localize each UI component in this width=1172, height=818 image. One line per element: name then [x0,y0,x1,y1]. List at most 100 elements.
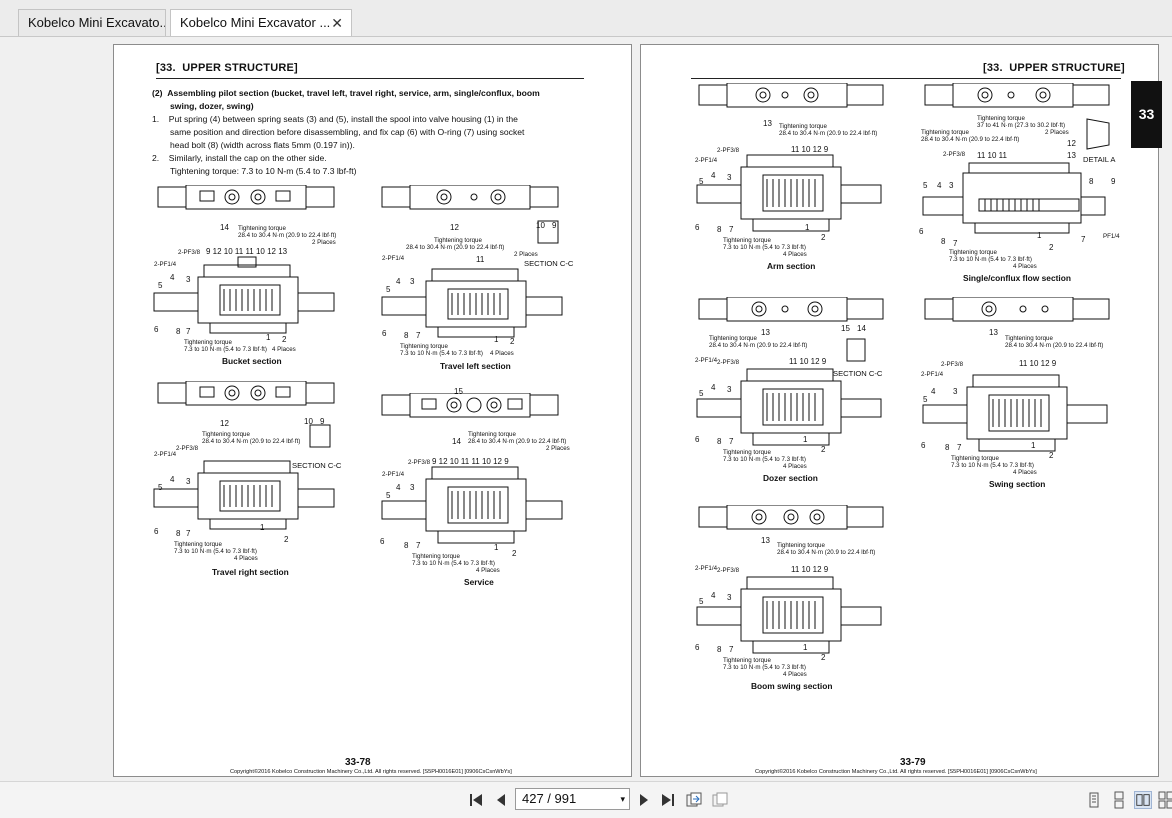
part-numbers: 9 12 10 11 11 10 12 13 [206,247,288,256]
torque-places: 4 Places [1013,263,1037,270]
caption-boom-swing-section: Boom swing section [751,681,833,691]
part-numbers: 9 12 10 11 11 10 12 9 [432,457,509,466]
torque-value: 28.4 to 30.4 N·m (20.9 to 22.4 lbf·ft) [202,438,301,445]
part-number: 7 [957,443,962,452]
previous-page-icon[interactable] [492,791,510,809]
part-number: 4 [931,387,936,396]
part-numbers: 11 10 12 9 [791,145,829,154]
torque-places: 4 Places [783,671,807,678]
torque-places: 4 Places [490,350,514,357]
port-label: 2-PF3/8 [408,459,431,466]
part-number: 5 [699,177,704,186]
caption-bucket-section: Bucket section [222,356,282,366]
part-numbers: 11 10 12 9 [791,565,829,574]
page-33-79: [33. UPPER STRUCTURE] 13 Tightening torq… [640,44,1159,777]
part-number: 8 [176,529,181,538]
chevron-down-icon[interactable]: ▾ [620,789,625,809]
port-label: 2-PF1/4 [154,451,177,458]
part-number: 2 [1049,243,1054,252]
part-number: 4 [711,591,716,600]
part-number: 2 [821,445,826,454]
part-numbers: 11 10 12 9 [1019,359,1057,368]
page-number: 33-79 [900,757,926,768]
torque-places: 4 Places [234,555,258,562]
caption-arm-section: Arm section [767,261,816,271]
part-number: 3 [410,483,415,492]
part-number: 8 [941,237,946,246]
torque-value: 7.3 to 10 N·m (5.4 to 7.3 lbf·ft) [400,350,483,357]
port-label: 2-PF1/4 [921,371,944,378]
part-number: 13 [763,119,772,128]
part-number: 13 [761,536,770,545]
part-number: 7 [416,331,421,340]
part-number: 1 [803,435,808,444]
part-number: 2 [282,335,287,344]
heading-line: swing, dozer, swing) [170,101,254,111]
part-number: 1 [805,223,810,232]
next-page-icon[interactable] [635,791,653,809]
go-back-view-icon[interactable] [685,791,703,809]
boom-swing-section-diagram [696,505,884,654]
page-header: [33. UPPER STRUCTURE] [983,62,1125,74]
heading-line: (2) Assembling pilot section (bucket, tr… [152,88,540,98]
part-number: 11 [476,255,485,264]
port-label: 2-PF3/8 [717,359,740,366]
page-number-input[interactable]: 427 / 991 ▾ [515,788,630,810]
first-page-icon[interactable] [467,791,485,809]
part-number: 10 [536,221,545,230]
tab-document-1[interactable]: Kobelco Mini Excavato... [18,9,166,36]
part-number: 8 [717,437,722,446]
single-page-view-icon[interactable] [1085,791,1103,809]
torque-value: 28.4 to 30.4 N·m (20.9 to 22.4 lbf·ft) [406,244,505,251]
continuous-view-icon[interactable] [1110,791,1128,809]
part-number: 9 [1111,177,1116,186]
port-label: PF1/4 [1103,233,1120,240]
part-number: 9 [552,221,557,230]
part-number: 2 [821,653,826,662]
caption-service: Service [464,577,494,587]
single-conflux-section-diagram [922,83,1110,234]
copyright: Copyright©2016 Kobelco Construction Mach… [755,769,1037,775]
tab-document-2[interactable]: Kobelco Mini Excavator ... ✕ [170,9,352,36]
document-viewer[interactable]: [33. UPPER STRUCTURE] (2) Assembling pil… [0,37,1172,781]
arm-section-diagram [696,83,884,232]
service-diagram [381,393,563,544]
part-number: 7 [729,645,734,654]
header-rule [156,78,584,79]
part-number: 5 [699,597,704,606]
two-page-continuous-icon[interactable] [1158,791,1172,809]
step-text: 1. Put spring (4) between spring seats (… [152,114,518,124]
port-label: 2-PF1/4 [695,565,718,572]
part-number: 6 [380,537,385,546]
torque-value: 28.4 to 30.4 N·m (20.9 to 22.4 lbf·ft) [709,342,808,349]
close-icon[interactable]: ✕ [331,10,343,36]
part-number: 3 [953,387,958,396]
part-number: 1 [1031,441,1036,450]
part-number: 13 [989,328,998,337]
part-number: 7 [186,529,191,538]
go-forward-view-icon[interactable] [711,791,729,809]
part-number: 13 [761,328,770,337]
part-number: 5 [386,491,391,500]
part-number: 8 [717,645,722,654]
torque-value: 7.3 to 10 N·m (5.4 to 7.3 lbf·ft) [184,346,267,353]
last-page-icon[interactable] [659,791,677,809]
part-number: 8 [1089,177,1094,186]
part-number: 1 [803,643,808,652]
part-number: 6 [154,325,159,334]
part-number: 6 [154,527,159,536]
part-number: 15 [841,324,850,333]
part-number: 3 [410,277,415,286]
swing-section-diagram [922,297,1110,452]
step-text: same position and direction before disas… [170,127,525,137]
part-number: 3 [727,173,732,182]
part-number: 8 [176,327,181,336]
part-number: 10 [304,417,313,426]
port-label: 2-PF3/8 [941,361,964,368]
two-page-view-icon[interactable] [1134,791,1152,809]
part-number: 12 [220,419,229,428]
caption-travel-left-section: Travel left section [440,361,511,371]
part-numbers: 11 10 11 [977,151,1007,160]
page-number-value: 427 / 991 [522,791,577,806]
part-number: 2 [510,337,515,346]
